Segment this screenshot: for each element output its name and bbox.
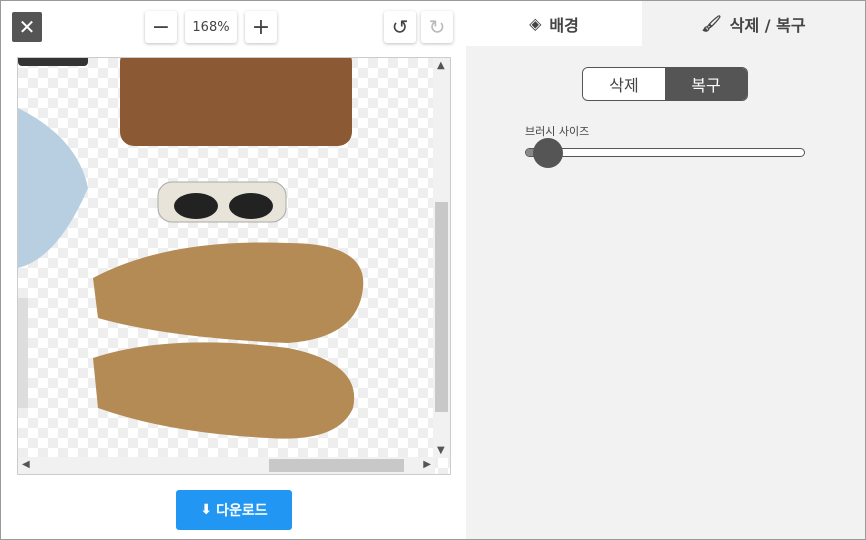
layers-icon: ◈ (529, 14, 542, 33)
slider-handle[interactable] (533, 138, 564, 168)
restore-button[interactable]: 복구 (665, 68, 747, 100)
horizontal-scrollbar[interactable]: ◀ ▶ (18, 457, 435, 474)
brush-size-label: 브러시 사이즈 (525, 125, 590, 138)
mode-toggle: 삭제 복구 (582, 67, 748, 101)
close-button[interactable]: ✕ (12, 12, 42, 42)
zoom-level: 168% (185, 11, 237, 43)
brush-size-slider[interactable] (525, 138, 805, 168)
close-icon: ✕ (18, 15, 36, 39)
image-canvas[interactable]: ▲ ▼ ◀ ▶ (17, 57, 451, 475)
zoom-out-button[interactable]: − (145, 11, 177, 43)
download-button[interactable]: ⬇ 다운로드 (176, 490, 292, 530)
download-icon: ⬇ (200, 502, 213, 518)
redo-button[interactable]: ↻ (421, 11, 453, 43)
undo-button[interactable]: ↺ (384, 11, 416, 43)
undo-icon: ↺ (391, 15, 409, 39)
tab-background[interactable]: ◈ 배경 (466, 1, 642, 46)
zoom-in-button[interactable]: + (245, 11, 277, 43)
brush-icon: 🖌 (701, 14, 722, 33)
vertical-scrollbar[interactable]: ▲ ▼ (433, 58, 450, 458)
tab-erase-restore[interactable]: 🖌 삭제 / 복구 (642, 1, 865, 46)
erase-button[interactable]: 삭제 (583, 68, 665, 100)
settings-panel: ◈ 배경 🖌 삭제 / 복구 삭제 복구 브러시 사이즈 (466, 1, 865, 539)
product-image (18, 58, 364, 439)
editor-panel: ✕ − 168% + ↺ ↻ ▲ ▼ ◀ ▶ ⬇ 다운로드 (1, 1, 466, 539)
redo-icon: ↻ (428, 15, 446, 39)
